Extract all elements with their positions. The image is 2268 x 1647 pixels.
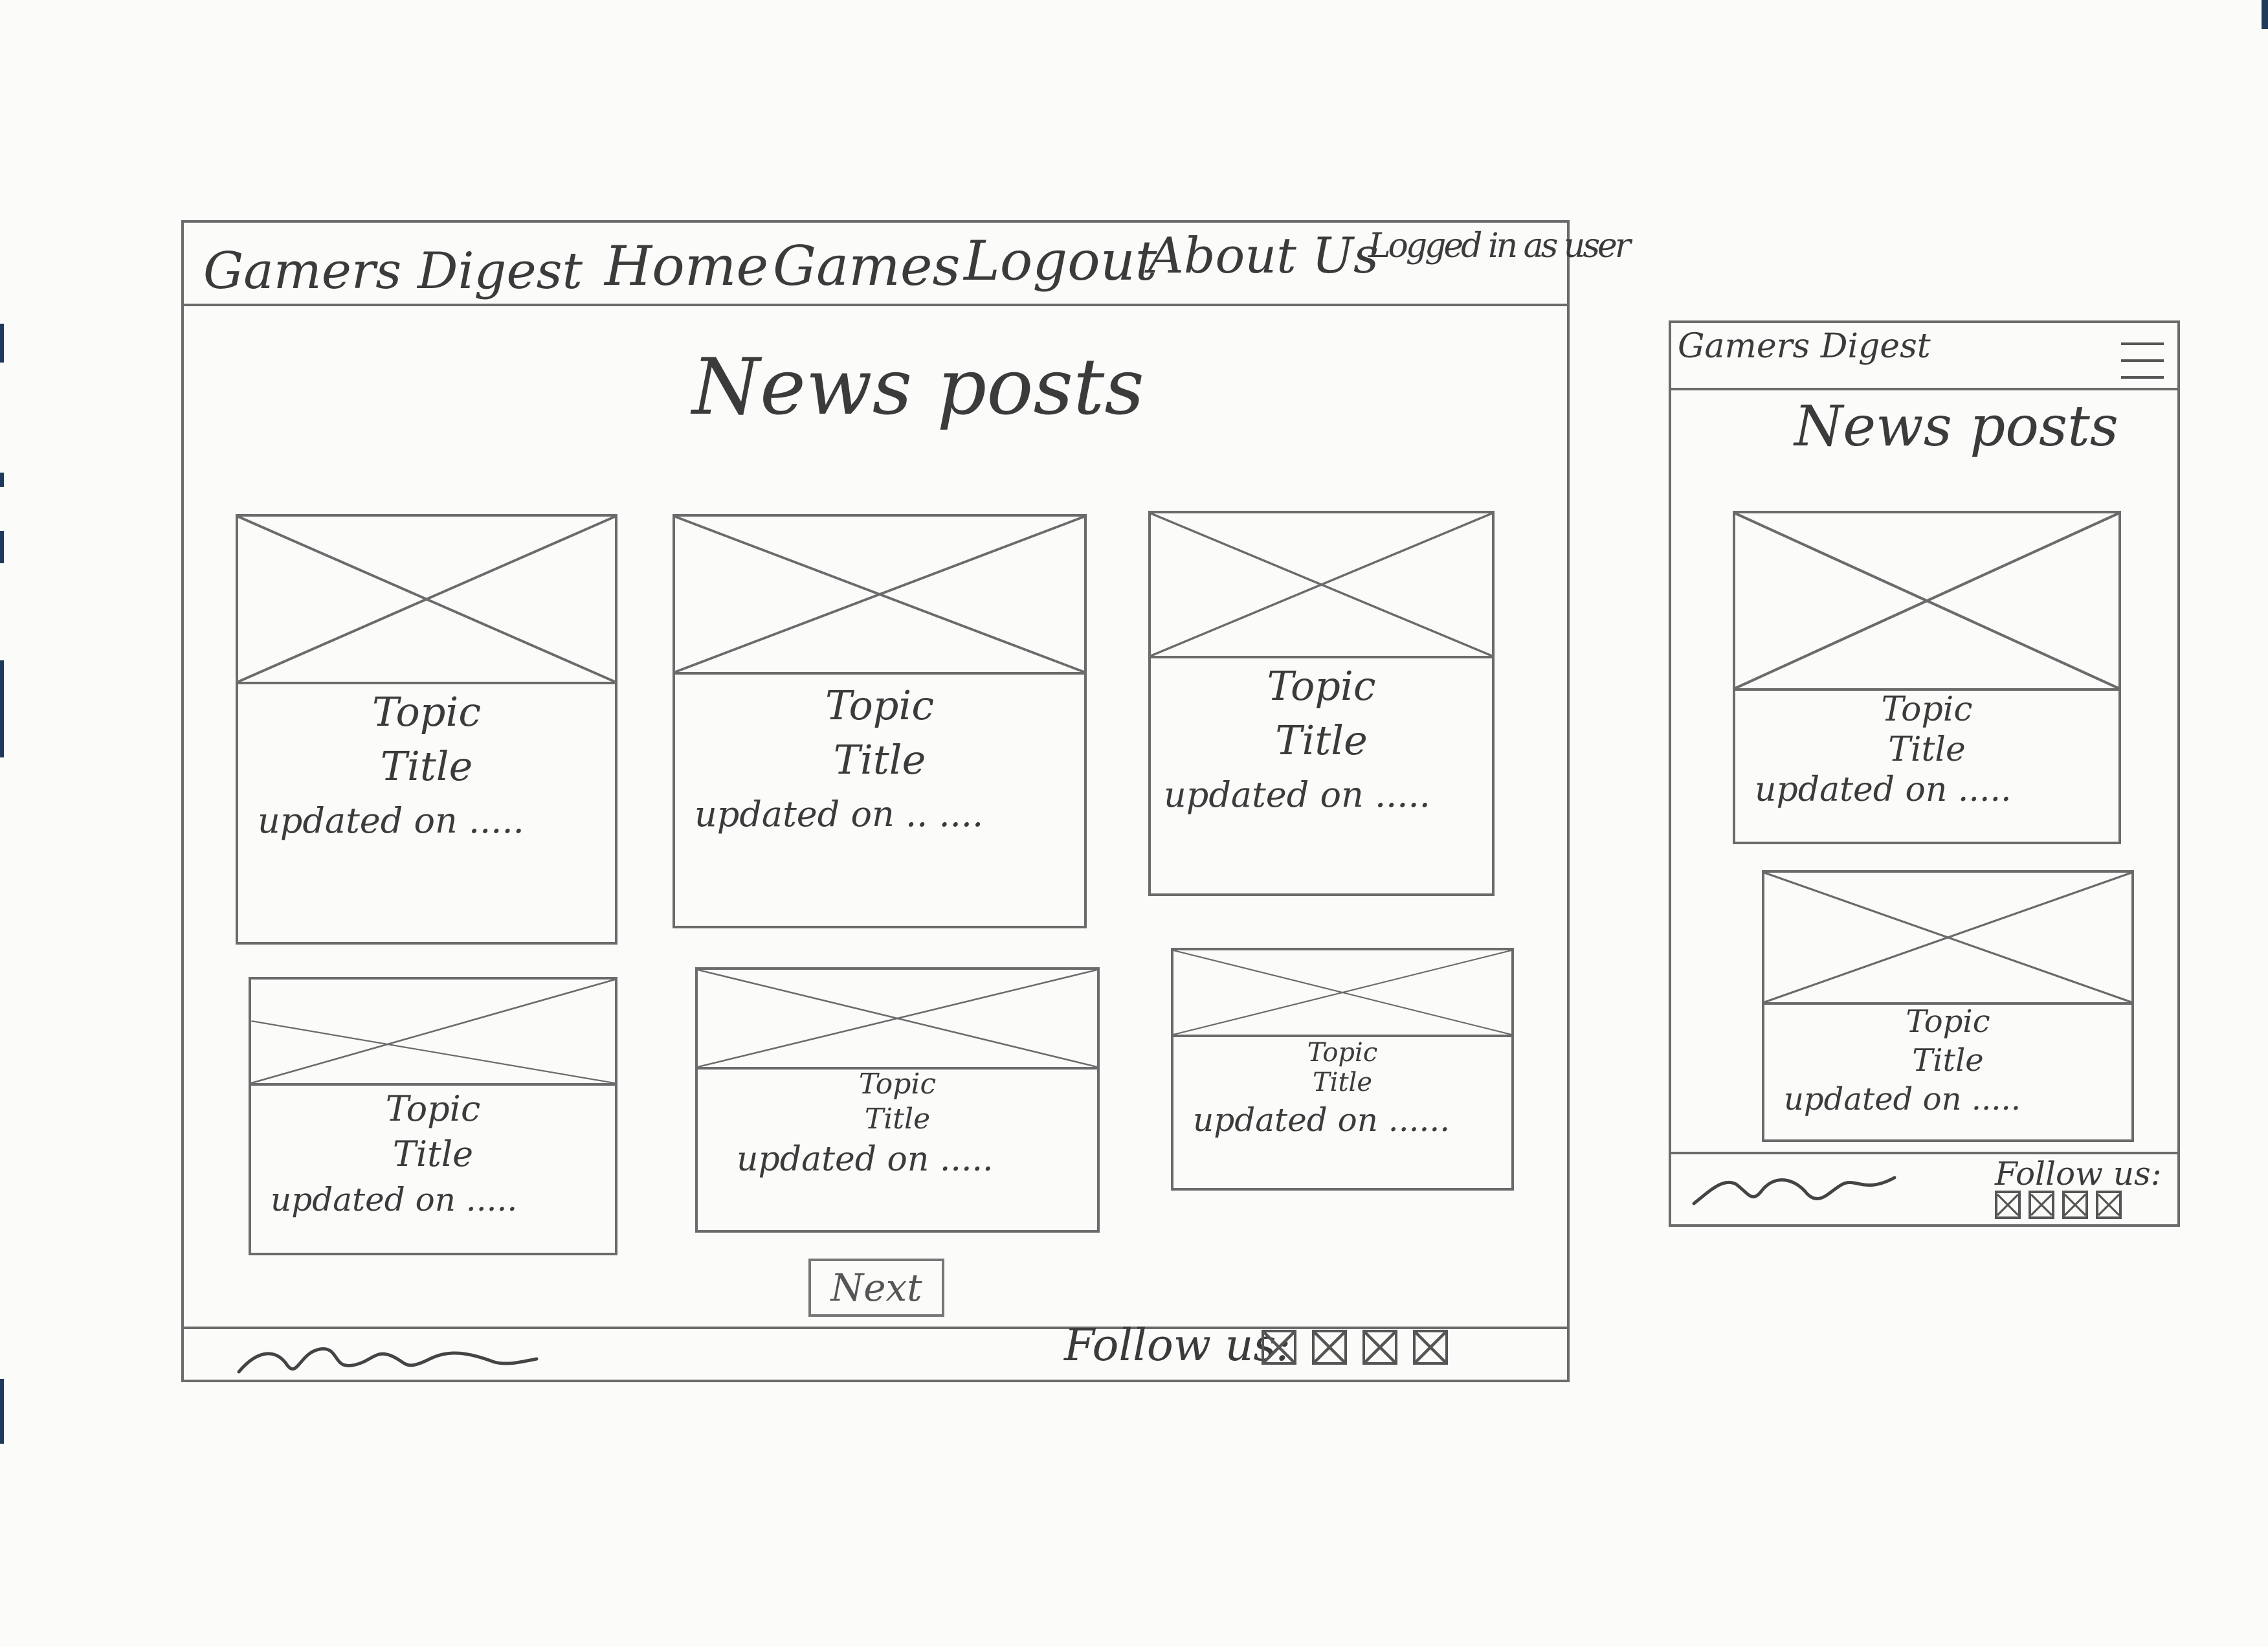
news-card[interactable]: Topic Title updated on ..... [1762, 870, 2134, 1142]
mobile-brand-logo[interactable]: Gamers Digest [1678, 327, 1931, 366]
card-meta: Topic Title updated on ..... [1735, 689, 2118, 842]
card-updated: updated on ..... [737, 1140, 994, 1179]
footer-divider [184, 1327, 1567, 1329]
card-updated: updated on ..... [1784, 1081, 2021, 1117]
image-placeholder [675, 517, 1084, 675]
news-card[interactable]: Topic Title updated on ...... [1171, 948, 1514, 1191]
card-topic: Topic [1906, 1003, 1990, 1040]
page-title: News posts [692, 342, 1144, 432]
header-divider [184, 304, 1567, 306]
social-icon[interactable] [1362, 1330, 1397, 1365]
mobile-follow-us-label: Follow us: [1995, 1155, 2162, 1193]
news-card[interactable]: Topic Title updated on ..... [1148, 511, 1495, 896]
card-title[interactable]: Title [675, 733, 1084, 787]
follow-us-label: Follow us: [1064, 1320, 1291, 1371]
news-card[interactable]: Topic Title updated on ..... [236, 514, 617, 945]
card-topic: Topic [385, 1088, 481, 1129]
card-updated: updated on .. .... [695, 794, 984, 835]
news-card[interactable]: Topic Title updated on ..... [695, 967, 1100, 1233]
login-status: Logged in as user [1368, 227, 1631, 265]
card-title[interactable]: Title [251, 1132, 615, 1177]
news-card[interactable]: Topic Title updated on .. .... [673, 514, 1087, 928]
card-meta: Topic Title updated on ..... [1764, 1002, 2131, 1139]
nav-home[interactable]: Home [605, 234, 768, 298]
news-card[interactable]: Topic Title updated on ..... [249, 977, 617, 1255]
squiggle-logo-icon [237, 1347, 539, 1374]
card-updated: updated on ..... [1755, 770, 2012, 809]
card-topic: Topic [1881, 690, 1973, 729]
next-button[interactable]: Next [808, 1259, 944, 1317]
image-placeholder [698, 970, 1097, 1070]
scan-mark [0, 473, 4, 487]
social-icon[interactable] [2029, 1191, 2054, 1219]
news-card[interactable]: Topic Title updated on ..... [1733, 511, 2121, 844]
card-title[interactable]: Title [1735, 730, 2118, 770]
social-icon[interactable] [1995, 1191, 2021, 1219]
card-title[interactable]: Title [1151, 713, 1492, 768]
mobile-social-icons [1995, 1191, 2124, 1223]
squiggle-logo-icon [1692, 1176, 1896, 1205]
image-placeholder [251, 980, 615, 1086]
card-title[interactable]: Title [1764, 1041, 2131, 1080]
social-icon[interactable] [1413, 1330, 1448, 1365]
mobile-frame: Gamers Digest News posts Topic Title upd… [1669, 320, 2180, 1227]
social-icons [1262, 1330, 1456, 1369]
card-topic: Topic [858, 1068, 937, 1101]
scan-mark [0, 324, 4, 363]
social-icon[interactable] [2062, 1191, 2088, 1219]
card-topic: Topic [825, 682, 935, 729]
image-placeholder [238, 517, 615, 684]
card-updated: updated on ...... [1193, 1101, 1451, 1139]
card-updated: updated on ..... [1164, 774, 1430, 815]
scan-mark [2262, 0, 2268, 29]
image-placeholder [1764, 873, 2131, 1005]
desktop-frame: Gamers Digest Home Games Logout About Us… [181, 220, 1631, 1382]
card-title[interactable]: Title [1173, 1068, 1511, 1097]
social-icon[interactable] [1262, 1330, 1296, 1365]
card-meta: Topic Title updated on ..... [1151, 659, 1492, 893]
image-placeholder [1735, 513, 2118, 691]
hamburger-menu-icon[interactable] [2121, 342, 2164, 393]
nav-games[interactable]: Games [773, 234, 961, 298]
card-meta: Topic Title updated on ..... [698, 1067, 1097, 1230]
mobile-footer-divider [1671, 1152, 2177, 1154]
card-meta: Topic Title updated on ..... [238, 685, 615, 942]
card-meta: Topic Title updated on .. .... [675, 678, 1084, 926]
mobile-page-title: News posts [1794, 394, 2118, 459]
card-title[interactable]: Title [238, 739, 615, 794]
card-topic: Topic [1307, 1038, 1378, 1068]
card-title[interactable]: Title [698, 1102, 1097, 1137]
mobile-header-divider [1671, 388, 2177, 390]
card-topic: Topic [372, 688, 482, 735]
card-meta: Topic Title updated on ..... [251, 1086, 615, 1253]
card-updated: updated on ..... [271, 1181, 518, 1218]
brand-logo[interactable]: Gamers Digest [203, 242, 583, 300]
desktop-header: Gamers Digest Home Games Logout About Us… [184, 223, 1631, 307]
scan-mark [0, 1379, 4, 1444]
social-icon[interactable] [1312, 1330, 1347, 1365]
social-icon[interactable] [2096, 1191, 2122, 1219]
image-placeholder [1173, 950, 1511, 1037]
card-topic: Topic [1267, 662, 1376, 710]
image-placeholder [1151, 513, 1492, 658]
nav-about-us[interactable]: About Us [1148, 227, 1379, 284]
card-updated: updated on ..... [258, 800, 524, 841]
card-meta: Topic Title updated on ...... [1173, 1038, 1511, 1188]
scan-mark [0, 660, 4, 757]
nav-logout[interactable]: Logout [964, 229, 1157, 293]
scan-mark [0, 531, 4, 563]
